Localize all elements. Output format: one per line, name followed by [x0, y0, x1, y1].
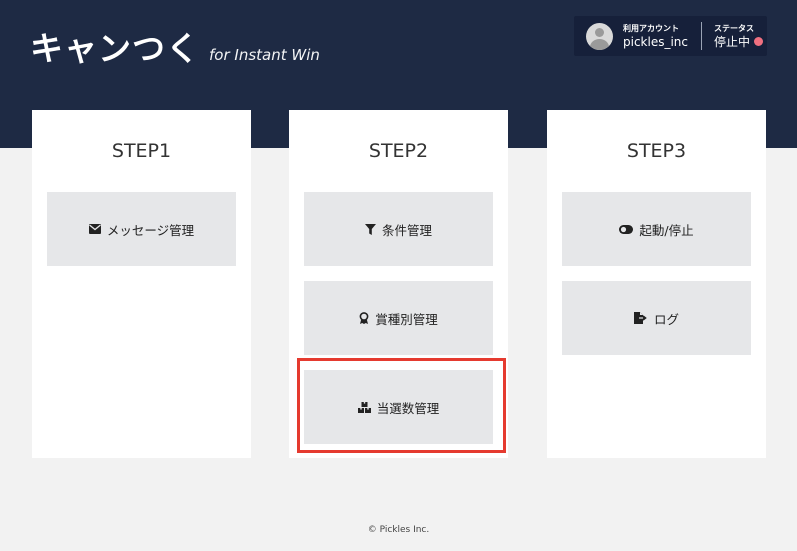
file-export-icon: [633, 312, 647, 324]
step1-card: STEP1 メッセージ管理: [32, 110, 251, 458]
account-label: 利用アカウント: [623, 23, 679, 33]
condition-management-label: 条件管理: [381, 222, 432, 238]
toggle-icon: [619, 224, 634, 234]
filter-icon: [364, 223, 376, 235]
prize-type-management-button[interactable]: 賞種別管理: [304, 281, 493, 355]
status-label: ステータス: [714, 23, 755, 33]
account-name: pickles_inc: [623, 34, 689, 49]
log-label: ログ: [653, 311, 679, 327]
logo-title: キャンつく: [30, 29, 200, 68]
account-status-panel: 利用アカウント pickles_inc ステータス 停止中: [574, 16, 767, 56]
status-info: ステータス 停止中: [714, 23, 764, 50]
app-logo[interactable]: キャンつく for Instant Win: [30, 22, 320, 70]
start-stop-button[interactable]: 起動/停止: [562, 192, 751, 266]
award-icon: [359, 312, 369, 324]
logo-subtitle: for Instant Win: [209, 46, 320, 64]
step3-card: STEP3 起動/停止 ログ: [547, 110, 766, 458]
log-button[interactable]: ログ: [562, 281, 751, 355]
highlight-box: [297, 358, 506, 453]
status-value: 停止中: [714, 34, 751, 49]
prize-type-management-label: 賞種別管理: [375, 311, 438, 327]
status-indicator-icon: [754, 37, 764, 46]
step2-title: STEP2: [368, 140, 429, 162]
envelope-icon: [88, 224, 101, 234]
condition-management-button[interactable]: 条件管理: [304, 192, 493, 266]
account-info: 利用アカウント pickles_inc: [623, 23, 688, 50]
avatar-icon[interactable]: [586, 22, 613, 50]
start-stop-label: 起動/停止: [639, 222, 694, 238]
step3-title: STEP3: [626, 140, 687, 162]
footer-copyright: © Pickles Inc.: [367, 525, 430, 535]
message-management-button[interactable]: メッセージ管理: [47, 192, 236, 266]
step1-title: STEP1: [111, 140, 172, 162]
divider: [701, 22, 703, 50]
message-management-label: メッセージ管理: [106, 222, 195, 238]
